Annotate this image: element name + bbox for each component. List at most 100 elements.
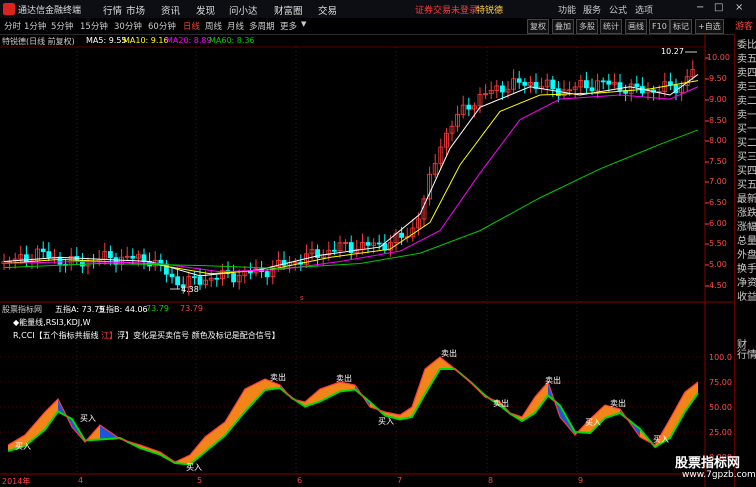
- panel-item[interactable]: 买二: [737, 134, 756, 149]
- price-axis-label: 6.00: [709, 219, 727, 228]
- candle-body: [23, 254, 29, 263]
- panel-item[interactable]: 买五: [737, 176, 756, 191]
- panel-item[interactable]: 涨跌: [737, 204, 756, 219]
- candle-body: [634, 83, 640, 87]
- price-axis-label: 9.50: [709, 74, 727, 83]
- chart-canvas[interactable]: s: [0, 0, 756, 487]
- sell-signal: 卖出: [270, 373, 286, 382]
- panel-item[interactable]: 买三: [737, 148, 756, 163]
- candle-body: [141, 254, 147, 262]
- candle-body: [516, 78, 522, 83]
- low-price-label: 4.38: [181, 285, 199, 294]
- price-axis-label: 4.50: [709, 281, 727, 290]
- buy-signal: 买入: [653, 435, 669, 444]
- indicator-name: 股票指标网: [2, 305, 42, 314]
- indicator-v2: 73.79: [180, 304, 203, 313]
- candle-body: [40, 248, 46, 253]
- sell-signal: 卖出: [336, 374, 352, 383]
- high-price-label: 10.27: [661, 47, 684, 56]
- candle-body: [175, 276, 181, 286]
- panel-item[interactable]: 涨幅: [737, 218, 756, 233]
- buy-signal: 买入: [378, 417, 394, 426]
- candle-body: [522, 81, 528, 86]
- candle-body: [600, 80, 606, 83]
- panel-item[interactable]: 总量: [737, 232, 756, 247]
- indicator-series: [7, 356, 699, 466]
- bull-fill: [190, 437, 205, 465]
- indicator-desc-1: ◆能量线,RSI3,KDJ,W: [13, 318, 91, 327]
- candle-body: [550, 79, 556, 90]
- candle-body: [331, 249, 337, 252]
- candle-body: [606, 80, 612, 85]
- indicator-desc-2: R,CCI【五个指标共振线 江】浮】变化是买卖信号 颜色及标记是配合信号】: [13, 331, 280, 340]
- sell-signal: 卖出: [610, 399, 626, 408]
- price-axis-label: 6.50: [709, 198, 727, 207]
- candle-body: [130, 255, 136, 259]
- price-axis-label: 5.50: [709, 239, 727, 248]
- indicator-axis-label: 25.00: [709, 428, 732, 437]
- indicator-line-a: [7, 356, 699, 463]
- price-axis-label: 5.00: [709, 260, 727, 269]
- x-axis-label: 5: [197, 476, 203, 485]
- x-axis-label: 9: [578, 476, 584, 485]
- candle-body: [617, 82, 623, 91]
- candle-body: [108, 251, 113, 259]
- svg-text:s: s: [300, 294, 304, 302]
- panel-item[interactable]: 卖二: [737, 92, 756, 107]
- indicator-axis-label: 75.00: [709, 378, 732, 387]
- price-axis-label: 8.00: [709, 136, 727, 145]
- panel-item[interactable]: 外盘: [737, 246, 756, 261]
- sell-signal: 卖出: [493, 399, 509, 408]
- candle-body: [197, 276, 203, 285]
- candle-body: [264, 271, 270, 278]
- candle-body: [169, 273, 175, 278]
- candle-body: [191, 276, 197, 279]
- buy-signal: 买入: [80, 414, 96, 423]
- panel-item[interactable]: 最新: [737, 190, 756, 205]
- candle-body: [584, 80, 589, 89]
- panel-item[interactable]: 买四: [737, 162, 756, 177]
- panel-item[interactable]: 换手: [737, 260, 756, 275]
- candle-body: [231, 273, 237, 283]
- candle-body: [214, 277, 220, 280]
- sell-signal: 卖出: [545, 376, 561, 385]
- x-axis-label: 4: [78, 476, 84, 485]
- candle-body: [589, 87, 595, 92]
- panel-item[interactable]: 卖一: [737, 106, 756, 121]
- price-axis-label: 7.50: [709, 157, 727, 166]
- buy-signal: 买入: [186, 463, 202, 472]
- panel-item[interactable]: 卖四: [737, 64, 756, 79]
- candle-body: [57, 256, 63, 265]
- x-axis-label: 2014年: [2, 477, 31, 486]
- candle-body: [499, 85, 505, 93]
- indicator-desc-tag: 江】: [101, 331, 118, 340]
- indicator-v1: 73.79: [146, 304, 169, 313]
- panel-tab-finance[interactable]: 财: [737, 336, 756, 351]
- panel-item[interactable]: 净资: [737, 274, 756, 289]
- x-axis-label: 8: [488, 476, 494, 485]
- panel-item[interactable]: 收益: [737, 288, 756, 303]
- panel-item[interactable]: 卖三: [737, 78, 756, 93]
- candle-body: [466, 104, 472, 110]
- x-axis-label: 7: [397, 476, 403, 485]
- price-axis-label: 9.00: [709, 95, 727, 104]
- panel-tab-quotes[interactable]: 行情: [737, 350, 756, 362]
- candle-body: [365, 242, 371, 246]
- candle-body: [376, 242, 382, 245]
- price-axis-label: 10.00: [707, 53, 730, 62]
- panel-item[interactable]: 委比: [737, 36, 756, 51]
- x-axis-label: 6: [297, 476, 303, 485]
- candle-body: [46, 251, 52, 258]
- watermark-url: www.7gpzb.com: [682, 470, 756, 480]
- indicator-axis-label: 100.0: [709, 353, 732, 362]
- panel-item[interactable]: 买一: [737, 120, 756, 135]
- price-axis-label: 7.00: [709, 177, 727, 186]
- indicator-b-label: 五指B: 44.06: [98, 305, 148, 314]
- panel-item[interactable]: 卖五: [737, 50, 756, 65]
- indicator-axis-label: 50.00: [709, 403, 732, 412]
- price-axis-label: 8.50: [709, 116, 727, 125]
- sell-signal: 卖出: [441, 349, 457, 358]
- bull-fill: [225, 389, 245, 436]
- buy-signal: 买入: [15, 442, 31, 451]
- candle-body: [399, 232, 405, 238]
